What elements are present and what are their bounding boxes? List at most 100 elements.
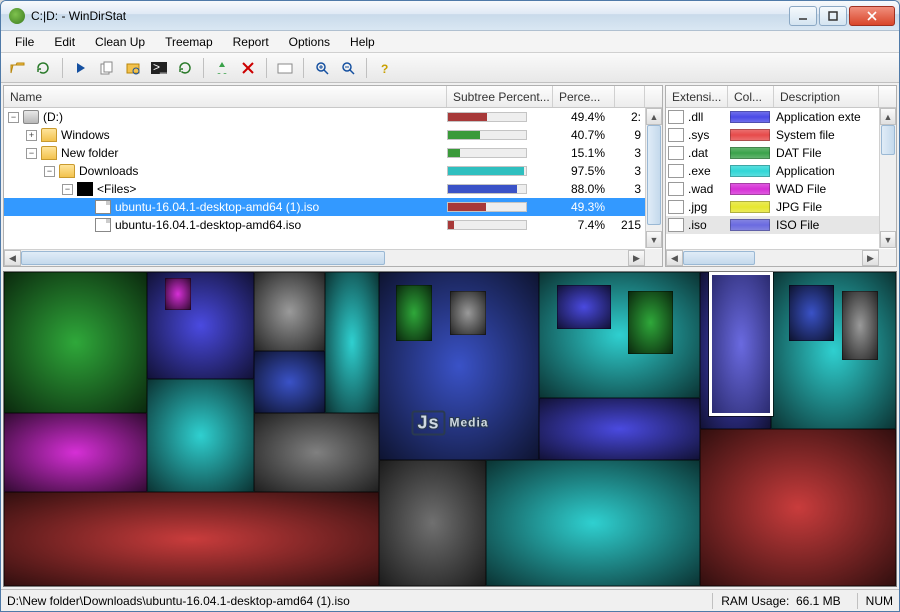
col-percent[interactable]: Perce... [553,86,615,107]
tree-vthumb[interactable] [647,125,661,225]
tree-toggle[interactable]: + [26,130,37,141]
menu-options[interactable]: Options [279,33,340,51]
extension-row[interactable]: .jpgJPG File [666,198,896,216]
scroll-up-icon[interactable]: ▲ [880,108,896,125]
maximize-button[interactable] [819,6,847,26]
treemap-block[interactable] [254,272,325,351]
treemap-block[interactable] [4,272,147,413]
tree-toggle[interactable]: − [44,166,55,177]
tree-row[interactable]: −New folder15.1%3 [4,144,662,162]
show-folder-icon[interactable] [274,57,296,79]
open-icon[interactable] [7,57,29,79]
tree-item-name: <Files> [97,182,136,196]
treemap-selection[interactable] [709,272,773,416]
extension-row[interactable]: .sysSystem file [666,126,896,144]
scroll-left-icon[interactable]: ◀ [4,250,21,266]
tree-row[interactable]: −Downloads97.5%3 [4,162,662,180]
extension-row[interactable]: .exeApplication [666,162,896,180]
menu-treemap[interactable]: Treemap [155,33,223,51]
treemap-block[interactable] [557,285,611,329]
menu-help[interactable]: Help [340,33,385,51]
tree-row[interactable]: −(D:)49.4%2: [4,108,662,126]
ext-vthumb[interactable] [881,125,895,155]
treemap-block[interactable] [486,460,700,586]
treemap-block[interactable] [539,398,700,461]
filetype-icon [668,200,684,214]
zoom-out-icon[interactable] [337,57,359,79]
tree-hthumb[interactable] [21,251,385,265]
tree-hscroll[interactable]: ◀▶ [4,249,645,266]
tree-toggle[interactable]: − [62,184,73,195]
subtree-bar [447,112,553,122]
treemap-block[interactable] [450,291,486,335]
col-size[interactable] [615,86,645,107]
treemap-block[interactable] [147,379,254,492]
scroll-right-icon[interactable]: ▶ [862,250,879,266]
zoom-in-icon[interactable] [311,57,333,79]
ext-vscroll[interactable]: ▲▼ [879,108,896,248]
extension-list-pane: Extensi... Col... Description .dllApplic… [665,85,897,267]
app-icon [9,8,25,24]
explorer-icon[interactable] [122,57,144,79]
menu-report[interactable]: Report [223,33,279,51]
tree-row[interactable]: −<Files>88.0%3 [4,180,662,198]
treemap-block[interactable] [4,492,379,586]
treemap-block[interactable] [254,351,325,414]
scroll-down-icon[interactable]: ▼ [646,231,662,248]
scroll-up-icon[interactable]: ▲ [646,108,662,125]
minimize-button[interactable] [789,6,817,26]
menu-file[interactable]: File [5,33,44,51]
ext-hscroll[interactable]: ◀▶ [666,249,879,266]
treemap-block[interactable] [325,272,379,413]
toolbar: >_ ? [1,53,899,83]
col-name[interactable]: Name [4,86,447,107]
tree-row[interactable]: ubuntu-16.04.1-desktop-amd64.iso7.4%215 [4,216,662,234]
extension-row[interactable]: .isoISO File [666,216,896,234]
treemap-block[interactable] [165,278,192,309]
treemap-block[interactable] [628,291,673,354]
extension-row[interactable]: .datDAT File [666,144,896,162]
toolbar-separator [62,58,63,78]
tree-row[interactable]: ubuntu-16.04.1-desktop-amd64 (1).iso49.3… [4,198,662,216]
cmd-icon[interactable]: >_ [148,57,170,79]
ext-body[interactable]: .dllApplication exte.sysSystem file.datD… [666,108,896,266]
copy-icon[interactable] [96,57,118,79]
toolbar-separator [203,58,204,78]
extension-row[interactable]: .dllApplication exte [666,108,896,126]
menu-cleanup[interactable]: Clean Up [85,33,155,51]
extension-row[interactable]: .wadWAD File [666,180,896,198]
play-icon[interactable] [70,57,92,79]
help-icon[interactable]: ? [374,57,396,79]
refresh-drives-icon[interactable] [33,57,55,79]
treemap-block[interactable] [147,272,254,379]
treemap-block[interactable] [842,291,878,360]
treemap-block[interactable] [254,413,379,492]
treemap-block[interactable] [789,285,834,342]
menubar: File Edit Clean Up Treemap Report Option… [1,31,899,53]
treemap-block[interactable] [4,413,147,492]
tree-toggle[interactable]: − [26,148,37,159]
recycle-icon[interactable] [211,57,233,79]
close-button[interactable] [849,6,895,26]
col-color[interactable]: Col... [728,86,774,107]
scroll-left-icon[interactable]: ◀ [666,250,683,266]
treemap-block[interactable] [700,429,896,586]
titlebar[interactable]: C:|D: - WinDirStat [1,1,899,31]
treemap-block[interactable] [396,285,432,342]
scroll-down-icon[interactable]: ▼ [880,231,896,248]
treemap-block[interactable] [379,460,486,586]
tree-toggle[interactable]: − [8,112,19,123]
col-description[interactable]: Description [774,86,879,107]
toolbar-separator [366,58,367,78]
refresh-icon[interactable] [174,57,196,79]
menu-edit[interactable]: Edit [44,33,85,51]
col-extension[interactable]: Extensi... [666,86,728,107]
ext-hthumb[interactable] [683,251,755,265]
tree-row[interactable]: +Windows40.7%9 [4,126,662,144]
scroll-right-icon[interactable]: ▶ [628,250,645,266]
tree-vscroll[interactable]: ▲▼ [645,108,662,248]
delete-icon[interactable] [237,57,259,79]
tree-body[interactable]: −(D:)49.4%2:+Windows40.7%9−New folder15.… [4,108,662,266]
treemap-pane[interactable]: Js Media [3,271,897,587]
col-subtree[interactable]: Subtree Percent... [447,86,553,107]
